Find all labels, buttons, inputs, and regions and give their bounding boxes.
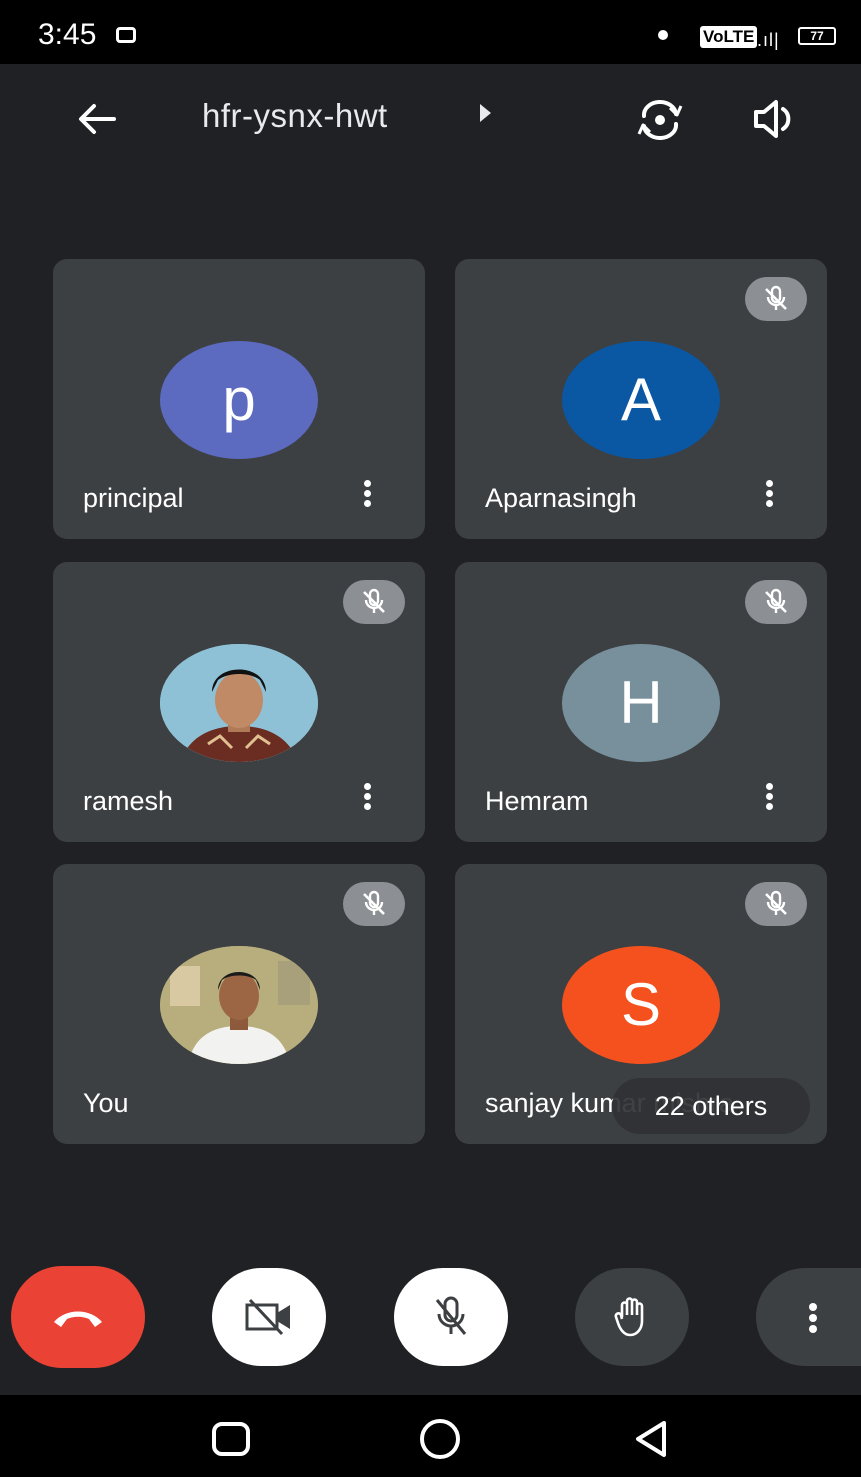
muted-mic-icon xyxy=(745,882,807,926)
muted-mic-icon xyxy=(745,277,807,321)
back-icon[interactable] xyxy=(632,1419,672,1459)
camera-toggle-button[interactable] xyxy=(212,1268,326,1366)
raise-hand-icon xyxy=(614,1297,644,1337)
more-vert-icon[interactable] xyxy=(757,477,781,517)
phone-hangup-icon xyxy=(54,1311,102,1327)
participant-tile[interactable]: ramesh xyxy=(53,562,425,842)
muted-mic-icon xyxy=(343,882,405,926)
meeting-header: hfr-ysnx-hwt xyxy=(0,64,861,174)
avatar: A xyxy=(562,341,720,459)
more-vert-icon[interactable] xyxy=(355,780,379,820)
more-vert-icon[interactable] xyxy=(355,477,379,517)
screen-record-icon xyxy=(116,27,136,43)
participant-name: principal xyxy=(83,483,184,513)
avatar-photo xyxy=(160,946,318,1064)
meeting-info-arrow-icon[interactable] xyxy=(480,104,491,122)
more-options-button[interactable] xyxy=(756,1268,861,1366)
status-bar: 3:45 VoLTE .ıl| 77 xyxy=(0,0,861,64)
participant-name: Aparnasingh xyxy=(485,483,637,513)
others-count-pill[interactable]: 22 others xyxy=(612,1078,810,1134)
notification-dot-icon xyxy=(658,30,668,40)
participant-name: ramesh xyxy=(83,786,174,816)
home-icon[interactable] xyxy=(418,1417,462,1461)
participant-tile-self[interactable]: You xyxy=(53,864,425,1144)
participant-tile[interactable]: A Aparnasingh xyxy=(455,259,827,539)
meeting-code[interactable]: hfr-ysnx-hwt xyxy=(202,97,388,135)
end-call-button[interactable] xyxy=(11,1266,145,1368)
system-nav-bar xyxy=(0,1395,861,1477)
participant-tile[interactable]: H Hemram xyxy=(455,562,827,842)
participant-name: Hemram xyxy=(485,786,589,816)
participant-tile[interactable]: p principal xyxy=(53,259,425,539)
raise-hand-button[interactable] xyxy=(575,1268,689,1366)
avatar-photo xyxy=(160,644,318,762)
more-vert-icon[interactable] xyxy=(757,780,781,820)
avatar: p xyxy=(160,341,318,459)
participant-name: You xyxy=(83,1088,129,1118)
status-time: 3:45 xyxy=(38,18,97,51)
muted-mic-icon xyxy=(343,580,405,624)
more-vert-icon xyxy=(806,1300,820,1336)
signal-icon: .ıl| xyxy=(757,30,780,50)
speaker-icon[interactable] xyxy=(750,94,800,144)
microphone-toggle-button[interactable] xyxy=(394,1268,508,1366)
volte-badge: VoLTE xyxy=(700,26,758,48)
mic-off-icon xyxy=(435,1296,467,1335)
camera-off-icon xyxy=(245,1298,290,1336)
recents-icon[interactable] xyxy=(211,1421,251,1457)
avatar: S xyxy=(562,946,720,1064)
battery-icon: 77 xyxy=(798,27,836,45)
avatar: H xyxy=(562,644,720,762)
back-arrow-icon[interactable] xyxy=(72,94,122,144)
muted-mic-icon xyxy=(745,580,807,624)
switch-camera-icon[interactable] xyxy=(634,94,686,146)
